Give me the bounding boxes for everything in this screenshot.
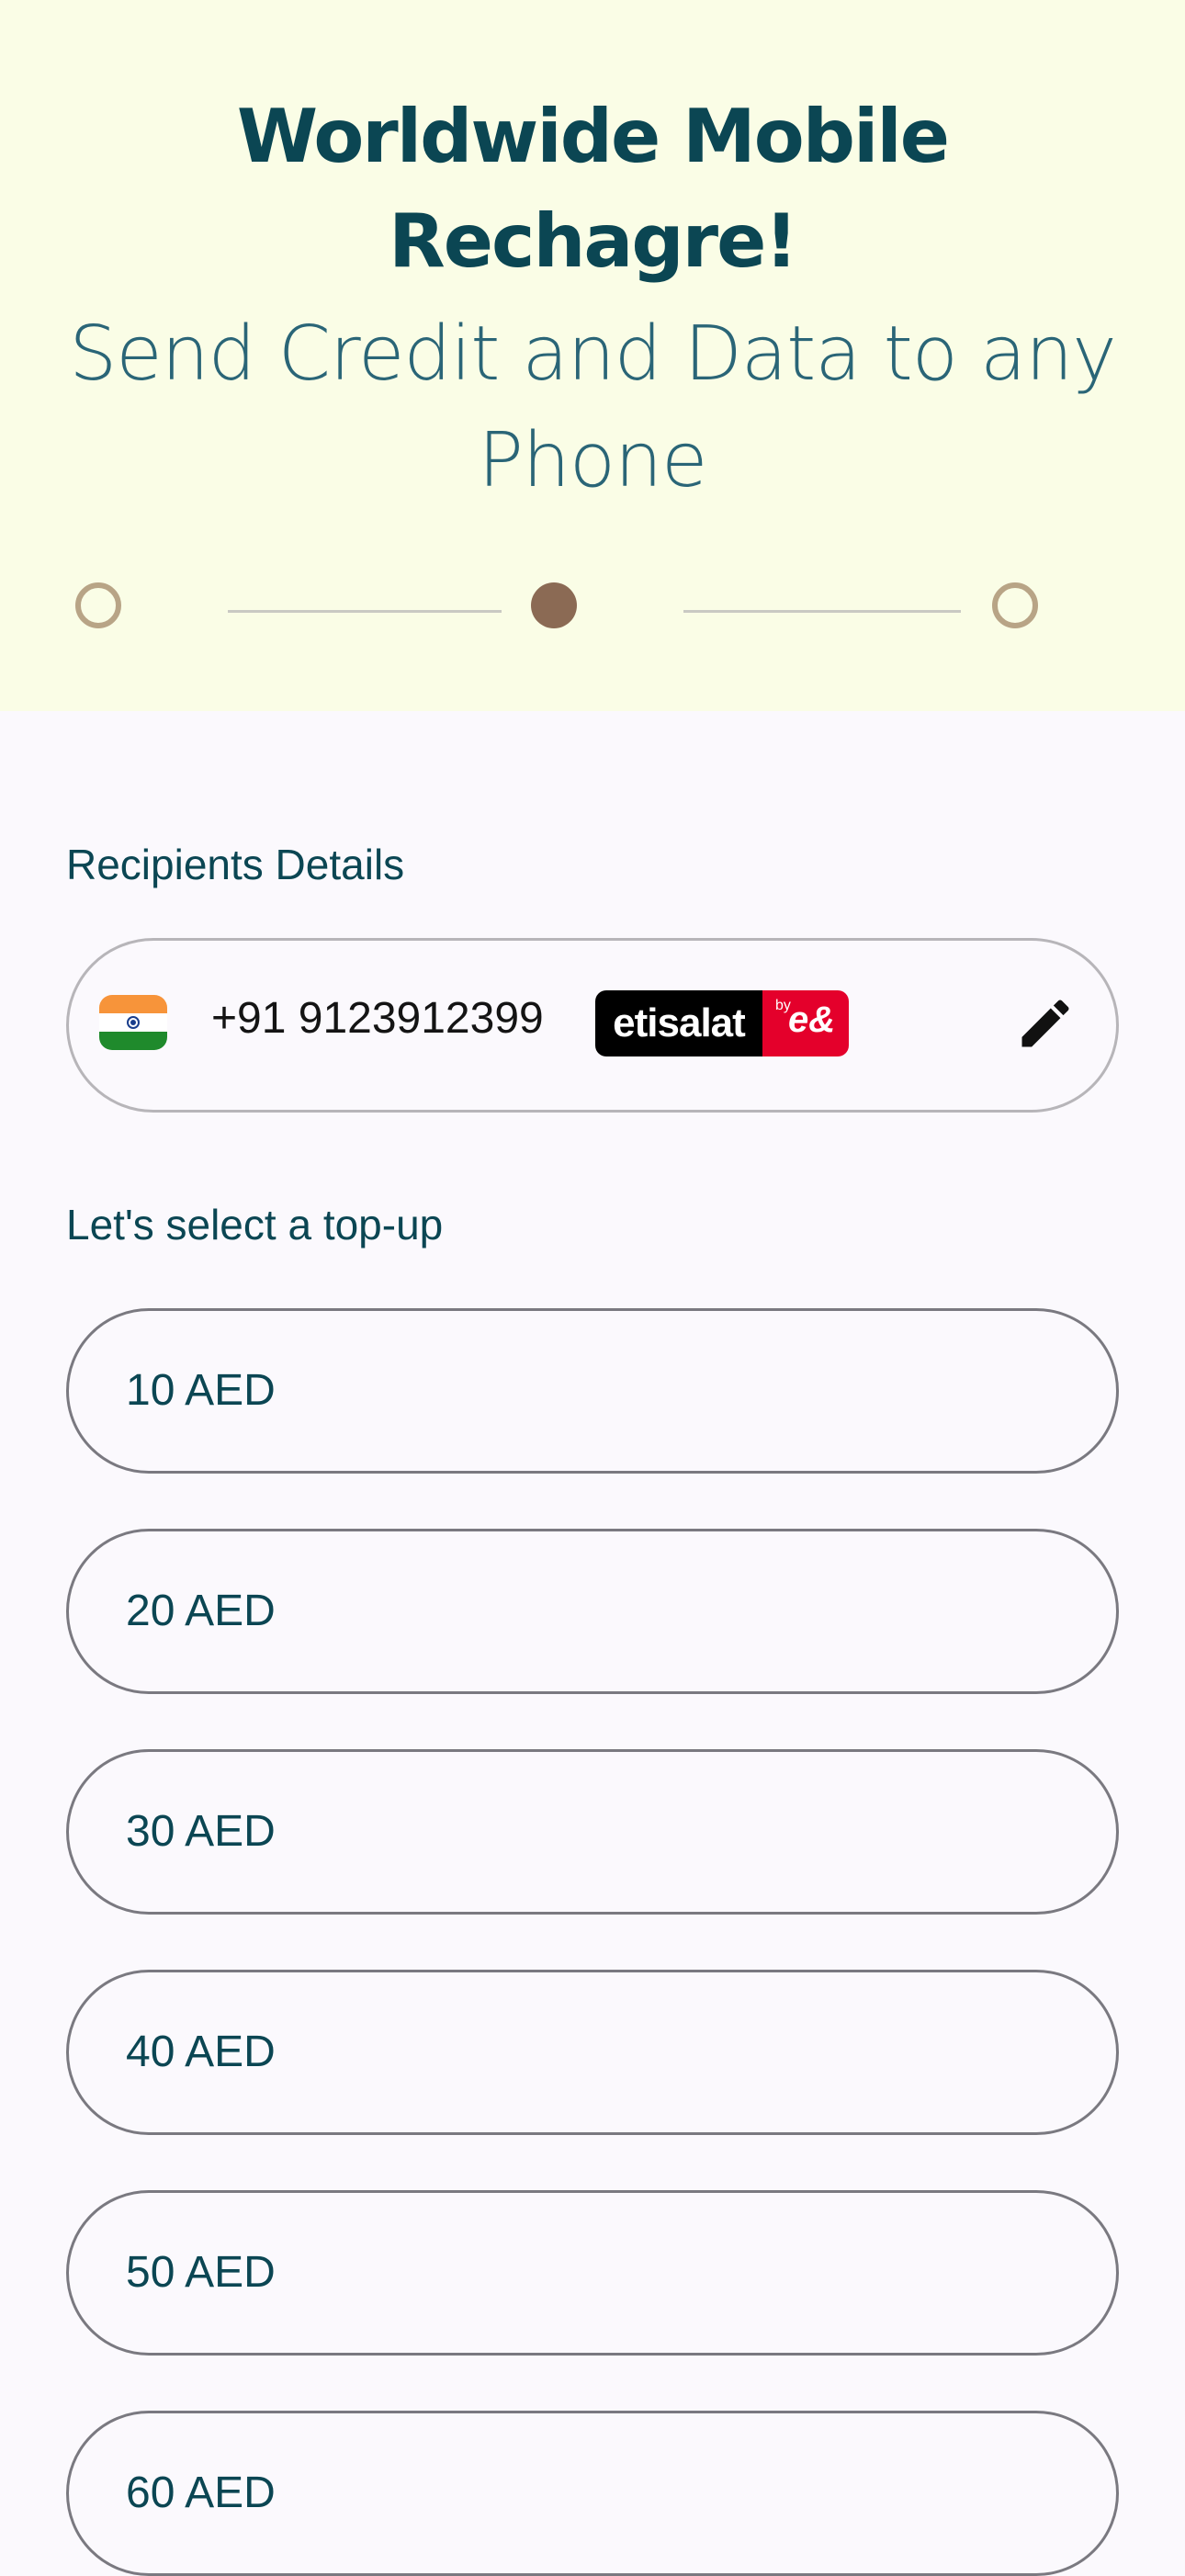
step-connector-1	[228, 610, 502, 613]
hero-header: Worldwide Mobile Rechagre! Send Credit a…	[0, 0, 1185, 711]
topup-option-label: 10 AED	[126, 1366, 276, 1415]
recipient-section-label: Recipients Details	[66, 841, 405, 888]
operator-mark: e&	[788, 1000, 836, 1040]
operator-brand-mark: by e&	[762, 990, 849, 1056]
pencil-icon	[1021, 1000, 1069, 1047]
page-subtitle-line-2: Phone	[478, 417, 707, 504]
page-title-line-1: Worldwide Mobile	[236, 94, 950, 179]
india-flag-icon	[99, 995, 167, 1050]
topup-option-label: 50 AED	[126, 2248, 276, 2297]
topup-option-20[interactable]: 20 AED	[66, 1529, 1119, 1694]
topup-option-label: 30 AED	[126, 1807, 276, 1856]
operator-logo: etisalat by e&	[595, 990, 849, 1056]
step-2-indicator-current	[531, 582, 577, 628]
edit-recipient-button[interactable]	[1014, 992, 1077, 1055]
step-3-indicator	[992, 582, 1038, 628]
topup-option-50[interactable]: 50 AED	[66, 2190, 1119, 2356]
step-connector-2	[683, 610, 961, 613]
topup-option-label: 60 AED	[126, 2469, 276, 2517]
page-title: Worldwide Mobile Rechagre!	[0, 85, 1185, 294]
step-1-indicator	[75, 582, 121, 628]
topup-option-label: 20 AED	[126, 1587, 276, 1635]
topup-option-10[interactable]: 10 AED	[66, 1308, 1119, 1474]
page-title-line-2: Rechagre!	[389, 198, 798, 284]
topup-section-label: Let's select a top-up	[66, 1201, 444, 1248]
page-subtitle: Send Credit and Data to any Phone	[0, 301, 1185, 514]
topup-option-label: 40 AED	[126, 2028, 276, 2076]
topup-option-40[interactable]: 40 AED	[66, 1970, 1119, 2135]
operator-name: etisalat	[595, 990, 762, 1056]
topup-option-60[interactable]: 60 AED	[66, 2411, 1119, 2576]
page-subtitle-line-1: Send Credit and Data to any	[69, 311, 1117, 398]
topup-option-30[interactable]: 30 AED	[66, 1749, 1119, 1915]
recipient-phone-number: +91 9123912399	[211, 994, 544, 1043]
